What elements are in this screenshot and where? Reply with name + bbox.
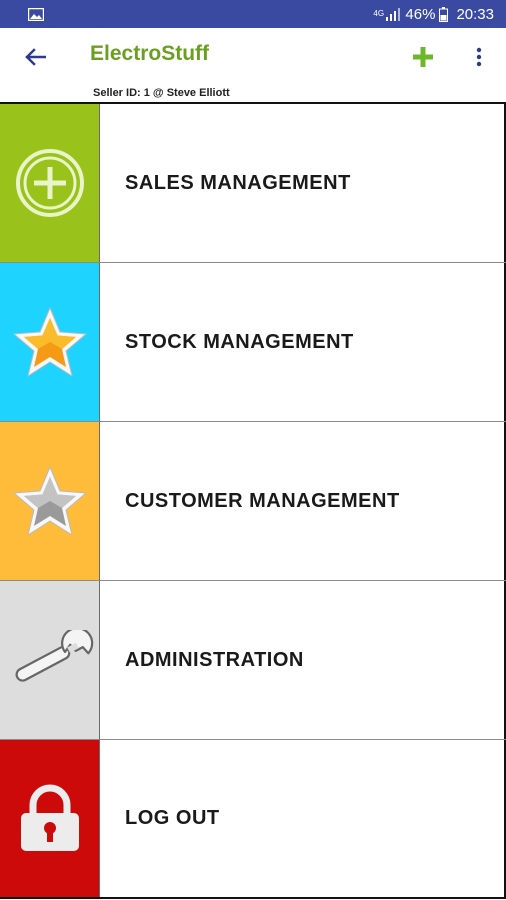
padlock-icon: [20, 784, 79, 851]
more-vert-icon: [476, 47, 482, 67]
menu-item-log-out[interactable]: LOG OUT: [0, 740, 506, 899]
add-icon: [413, 47, 433, 67]
stock-tile: [0, 263, 100, 421]
logout-tile: [0, 740, 100, 897]
menu-item-body: LOG OUT: [100, 740, 506, 897]
app-bar: ElectroStuff Seller ID: 1 @ Steve Elliot…: [0, 28, 506, 102]
menu-item-administration[interactable]: ADMINISTRATION: [0, 581, 506, 740]
add-button[interactable]: [408, 42, 438, 72]
admin-tile: [0, 581, 100, 739]
main-menu: SALES MANAGEMENT STOCK MANAGEMENT CUSTOM…: [0, 102, 506, 900]
menu-item-body: SALES MANAGEMENT: [100, 104, 506, 262]
wrench-icon: [15, 630, 93, 682]
clock: 20:33: [456, 5, 494, 23]
menu-item-body: CUSTOMER MANAGEMENT: [100, 422, 506, 580]
menu-item-body: STOCK MANAGEMENT: [100, 263, 506, 421]
menu-item-sales-management[interactable]: SALES MANAGEMENT: [0, 104, 506, 263]
menu-item-body: ADMINISTRATION: [100, 581, 506, 739]
menu-item-customer-management[interactable]: CUSTOMER MANAGEMENT: [0, 422, 506, 581]
app-title: ElectroStuff: [90, 42, 210, 65]
menu-item-label: ADMINISTRATION: [125, 648, 304, 671]
menu-item-label: STOCK MANAGEMENT: [125, 330, 354, 353]
customer-tile: [0, 422, 100, 580]
back-arrow-icon: [25, 48, 46, 66]
status-bar: 4G 46% 20:33: [0, 0, 506, 28]
network-type: 4G: [373, 9, 385, 18]
more-options-button[interactable]: [466, 42, 492, 72]
gallery-notification-icon: [28, 7, 44, 21]
menu-item-label: SALES MANAGEMENT: [125, 171, 351, 194]
menu-item-label: LOG OUT: [125, 807, 220, 829]
signal-icon: [386, 8, 401, 21]
seller-info: Seller ID: 1 @ Steve Elliott: [93, 87, 230, 99]
battery-percent: 46%: [405, 5, 436, 23]
gold-star-icon: [13, 307, 86, 377]
menu-item-stock-management[interactable]: STOCK MANAGEMENT: [0, 263, 506, 422]
circle-plus-icon: [15, 149, 84, 217]
menu-item-label: CUSTOMER MANAGEMENT: [125, 489, 400, 512]
sales-tile: [0, 104, 100, 262]
back-button[interactable]: [20, 42, 50, 72]
silver-star-icon: [13, 466, 86, 536]
battery-icon: [439, 6, 449, 22]
